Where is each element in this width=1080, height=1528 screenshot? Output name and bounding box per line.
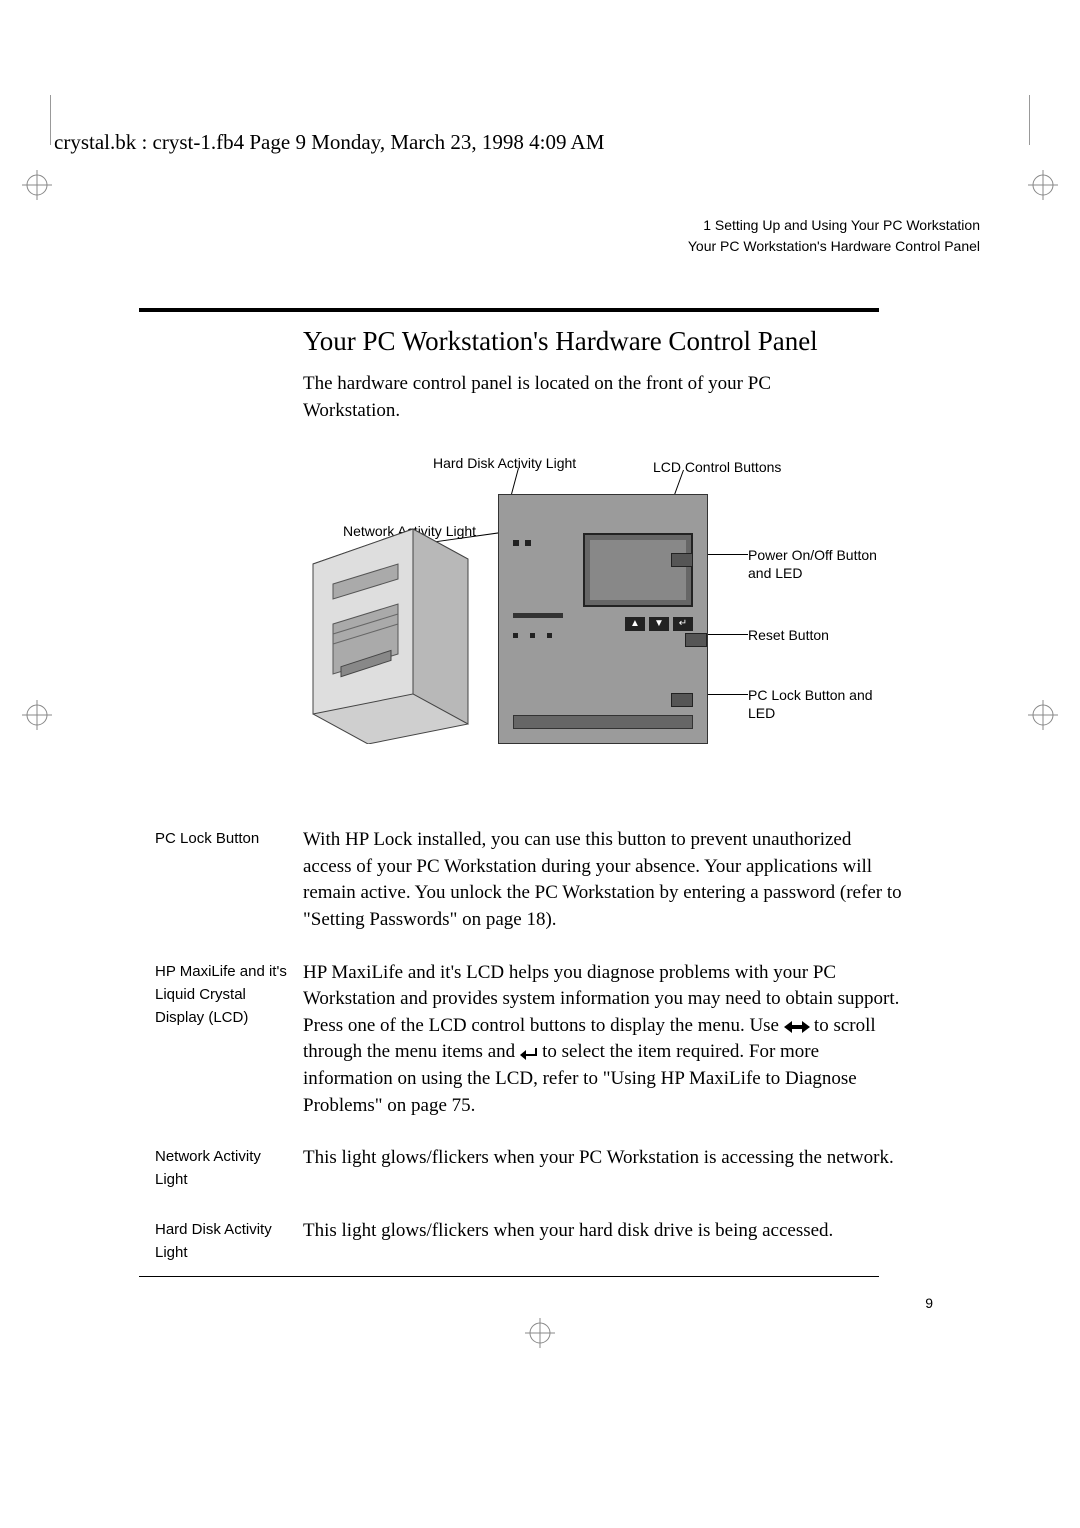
definition-list: PC Lock Button With HP Lock installed, y… xyxy=(155,827,933,1264)
leader-line xyxy=(703,694,748,695)
crop-mark-icon xyxy=(1028,170,1058,200)
definition-row: Network Activity Light This light glows/… xyxy=(155,1145,933,1192)
crop-mark-icon xyxy=(22,170,52,200)
document-source-line: crystal.bk : cryst-1.fb4 Page 9 Monday, … xyxy=(54,130,604,155)
scroll-arrows-icon xyxy=(784,1018,814,1035)
trim-line xyxy=(50,95,51,145)
callout-power-button: Power On/Off Button and LED xyxy=(748,546,888,582)
definition-term: Network Activity Light xyxy=(155,1145,303,1192)
section-title: Your PC Workstation's Hardware Control P… xyxy=(303,326,933,357)
section-rule xyxy=(139,308,879,312)
definition-term: HP MaxiLife and it's Liquid Crystal Disp… xyxy=(155,960,303,1120)
leader-line xyxy=(703,554,748,555)
definition-term: PC Lock Button xyxy=(155,827,303,933)
page-number: 9 xyxy=(925,1295,933,1311)
trim-line xyxy=(1029,95,1030,145)
chapter-label: 1 Setting Up and Using Your PC Workstati… xyxy=(688,215,980,236)
callout-lcd-buttons: LCD Control Buttons xyxy=(653,458,781,476)
callout-pclock-button: PC Lock Button and LED xyxy=(748,686,888,722)
front-panel-illustration: ▲▼↵ xyxy=(498,494,708,744)
definition-row: Hard Disk Activity Light This light glow… xyxy=(155,1218,933,1265)
definition-body: HP MaxiLife and it's LCD helps you diagn… xyxy=(303,960,903,1120)
crop-mark-icon xyxy=(525,1318,555,1348)
running-header: 1 Setting Up and Using Your PC Workstati… xyxy=(688,215,980,257)
callout-reset-button: Reset Button xyxy=(748,626,829,644)
footer-rule xyxy=(139,1276,879,1277)
definition-body: This light glows/flickers when your PC W… xyxy=(303,1145,903,1192)
definition-body: This light glows/flickers when your hard… xyxy=(303,1218,903,1265)
leader-line xyxy=(510,468,519,497)
leader-line xyxy=(703,634,748,635)
crop-mark-icon xyxy=(1028,700,1058,730)
definition-row: HP MaxiLife and it's Liquid Crystal Disp… xyxy=(155,960,933,1120)
definition-row: PC Lock Button With HP Lock installed, y… xyxy=(155,827,933,933)
hardware-panel-figure: Hard Disk Activity Light LCD Control But… xyxy=(303,454,893,769)
definition-body: With HP Lock installed, you can use this… xyxy=(303,827,903,933)
callout-hdd-light: Hard Disk Activity Light xyxy=(433,454,576,472)
workstation-tower-illustration xyxy=(303,524,473,744)
definition-term: Hard Disk Activity Light xyxy=(155,1218,303,1265)
section-label: Your PC Workstation's Hardware Control P… xyxy=(688,236,980,257)
crop-mark-icon xyxy=(22,700,52,730)
enter-arrow-icon xyxy=(520,1044,542,1061)
intro-paragraph: The hardware control panel is located on… xyxy=(303,371,863,424)
